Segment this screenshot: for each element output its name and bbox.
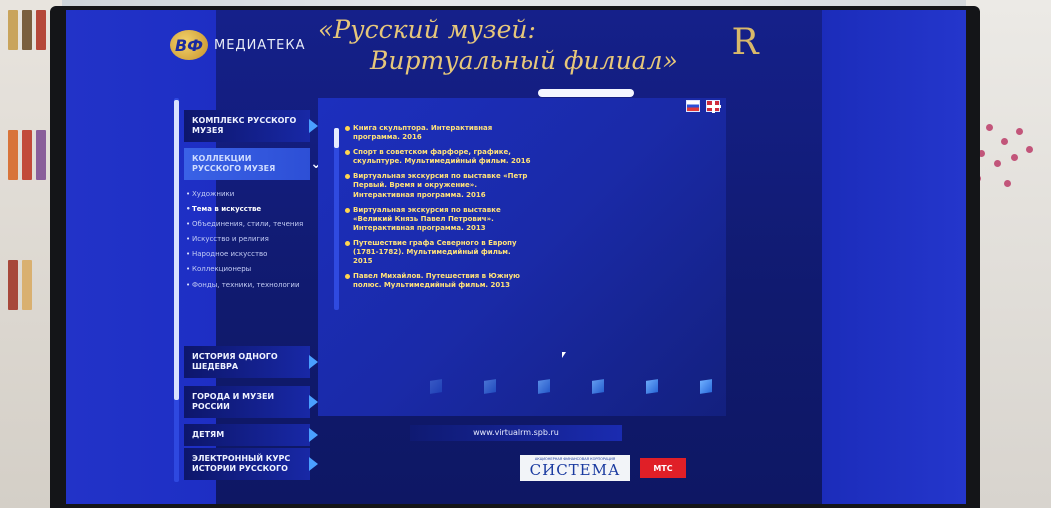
menu-item-children[interactable]: ДЕТЯМ bbox=[184, 424, 318, 446]
list-item[interactable]: Виртуальная экскурсия по выставке «Петр … bbox=[345, 172, 531, 199]
menu-item-course[interactable]: ЭЛЕКТРОННЫЙ КУРС ИСТОРИИ РУССКОГО bbox=[184, 448, 318, 480]
program-list: Книга скульптора. Интерактивная программ… bbox=[345, 124, 531, 296]
english-flag-icon[interactable] bbox=[706, 100, 721, 113]
russian-flag-icon[interactable] bbox=[686, 100, 700, 112]
menu-item-masterpiece[interactable]: ИСТОРИЯ ОДНОГО ШЕДЕВРА bbox=[184, 346, 318, 378]
list-item[interactable]: Виртуальная экскурсия по выставке «Велик… bbox=[345, 206, 531, 233]
sistema-logo[interactable]: АКЦИОНЕРНАЯ ФИНАНСОВАЯ КОРПОРАЦИЯ СИСТЕМ… bbox=[520, 455, 630, 481]
cube-icon[interactable] bbox=[646, 379, 658, 394]
language-switch bbox=[686, 100, 721, 113]
submenu-item[interactable]: Искусство и религия bbox=[186, 235, 304, 244]
cube-icon[interactable] bbox=[592, 379, 604, 394]
submenu-item[interactable]: Объединения, стили, течения bbox=[186, 220, 304, 229]
logo-text: МЕДИАТЕКА bbox=[214, 37, 306, 53]
menu-scrollbar[interactable] bbox=[174, 98, 179, 482]
mts-logo[interactable]: МТС bbox=[640, 458, 686, 478]
site-url-link[interactable]: www.virtualrm.spb.ru bbox=[410, 425, 622, 441]
title-highlight-bar bbox=[538, 89, 634, 97]
menu-item-label: ИСТОРИЯ ОДНОГО ШЕДЕВРА bbox=[192, 352, 278, 371]
menu-item-label: ГОРОДА И МУЗЕИ РОССИИ bbox=[192, 392, 275, 411]
title-line-2: Виртуальный филиал» bbox=[370, 46, 678, 76]
submenu-item[interactable]: Коллекционеры bbox=[186, 265, 304, 274]
menu-item-label: КОЛЛЕКЦИИ РУССКОГО МУЗЕЯ bbox=[192, 154, 276, 173]
list-item[interactable]: Спорт в советском фарфоре, графике, скул… bbox=[345, 148, 531, 166]
arrow-right-icon bbox=[309, 355, 318, 369]
arrow-right-icon bbox=[309, 395, 318, 409]
submenu-item[interactable]: Фонды, техники, технологии bbox=[186, 281, 304, 290]
sistema-name: СИСТЕМА bbox=[529, 461, 621, 479]
list-item[interactable]: Книга скульптора. Интерактивная программ… bbox=[345, 124, 531, 142]
menu-item-label: ДЕТЯМ bbox=[192, 430, 225, 439]
title-line-1: «Русский музей: bbox=[318, 15, 536, 44]
arrow-right-icon bbox=[309, 457, 318, 471]
arrow-right-icon bbox=[309, 428, 318, 442]
cube-icon[interactable] bbox=[430, 379, 442, 394]
list-item[interactable]: Путешествие графа Северного в Европу (17… bbox=[345, 239, 531, 266]
submenu-item[interactable]: Художники bbox=[186, 190, 304, 199]
list-scrollbar[interactable] bbox=[334, 128, 339, 310]
crown-monogram-icon: R bbox=[731, 22, 759, 63]
app-title: «Русский музей: Виртуальный филиал» bbox=[318, 14, 688, 77]
menu-item-cities[interactable]: ГОРОДА И МУЗЕИ РОССИИ bbox=[184, 386, 318, 418]
menu-item-complex[interactable]: КОМПЛЕКС РУССКОГО МУЗЕЯ bbox=[184, 110, 318, 142]
arrow-right-icon bbox=[309, 119, 318, 133]
list-scroll-thumb[interactable] bbox=[334, 128, 339, 148]
menu-scroll-thumb[interactable] bbox=[174, 100, 179, 400]
menu-item-collections[interactable]: КОЛЛЕКЦИИ РУССКОГО МУЗЕЯ ⌄ bbox=[184, 148, 322, 180]
vf-logo-icon: ВФ bbox=[170, 30, 208, 60]
collections-submenu: Художники Тема в искусстве Объединения, … bbox=[186, 190, 304, 296]
cube-icon[interactable] bbox=[538, 379, 550, 394]
mouse-cursor-icon bbox=[562, 352, 566, 358]
menu-item-label: ЭЛЕКТРОННЫЙ КУРС ИСТОРИИ РУССКОГО bbox=[192, 454, 291, 473]
cube-navigation bbox=[430, 379, 730, 400]
list-item[interactable]: Павел Михайлов. Путешествия в Южную полю… bbox=[345, 272, 531, 290]
cube-icon[interactable] bbox=[700, 379, 712, 394]
mediateka-logo[interactable]: ВФ МЕДИАТЕКА bbox=[170, 30, 305, 60]
sponsor-logos: АКЦИОНЕРНАЯ ФИНАНСОВАЯ КОРПОРАЦИЯ СИСТЕМ… bbox=[520, 455, 686, 481]
submenu-item-current[interactable]: Тема в искусстве bbox=[186, 205, 304, 214]
submenu-item[interactable]: Народное искусство bbox=[186, 250, 304, 259]
menu-item-label: КОМПЛЕКС РУССКОГО МУЗЕЯ bbox=[192, 116, 297, 135]
cube-icon[interactable] bbox=[484, 379, 496, 394]
